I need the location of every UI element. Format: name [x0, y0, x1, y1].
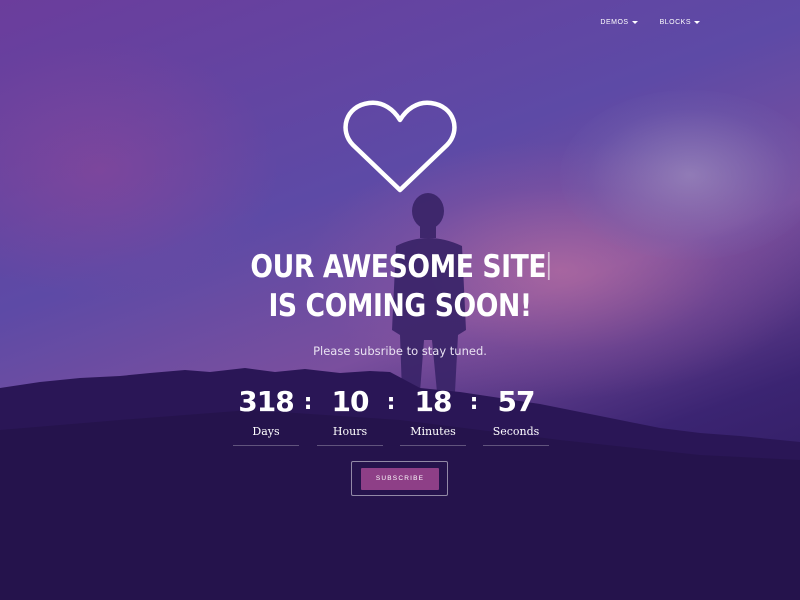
days-label: Days — [252, 425, 280, 438]
subtitle: Please subsribe to stay tuned. — [313, 344, 487, 358]
divider — [400, 445, 466, 446]
minutes-value: 18 — [414, 385, 453, 418]
countdown-timer: 318 Days : 10 Hours : 18 Minutes : 57 Se… — [233, 386, 551, 446]
subscribe-frame: SUBSCRIBE — [351, 461, 448, 496]
hours-label: Hours — [332, 425, 368, 438]
separator: : — [386, 390, 396, 415]
days-value: 318 — [238, 385, 294, 418]
page-title: OUR AWESOME SITE IS COMING SOON! — [56, 248, 744, 326]
countdown-days: 318 Days — [233, 386, 299, 446]
countdown-minutes: 18 Minutes — [400, 386, 466, 446]
heart-outline-icon — [341, 98, 459, 196]
chevron-down-icon — [694, 21, 700, 24]
divider — [317, 445, 383, 446]
hours-value: 10 — [331, 385, 370, 418]
countdown-seconds: 57 Seconds — [483, 386, 549, 446]
nav-blocks-label: BLOCKS — [659, 19, 691, 26]
countdown-hours: 10 Hours — [317, 386, 383, 446]
separator: : — [469, 390, 479, 415]
nav-demos-dropdown[interactable]: DEMOS — [600, 19, 638, 26]
coming-soon-page: DEMOS BLOCKS OUR AWESOME SITE IS COMING … — [0, 0, 800, 600]
seconds-value: 57 — [497, 385, 536, 418]
seconds-label: Seconds — [492, 425, 540, 438]
top-nav: DEMOS BLOCKS — [600, 19, 700, 26]
nav-blocks-dropdown[interactable]: BLOCKS — [660, 19, 700, 26]
nav-demos-label: DEMOS — [600, 19, 629, 26]
divider — [233, 445, 299, 446]
title-line-1: OUR AWESOME SITE — [250, 249, 547, 285]
separator: : — [303, 390, 313, 415]
text-cursor — [547, 252, 550, 280]
minutes-label: Minutes — [410, 425, 456, 438]
chevron-down-icon — [631, 21, 638, 24]
title-line-2: IS COMING SOON! — [268, 288, 532, 324]
subscribe-button[interactable]: SUBSCRIBE — [361, 468, 439, 490]
divider — [483, 445, 549, 446]
